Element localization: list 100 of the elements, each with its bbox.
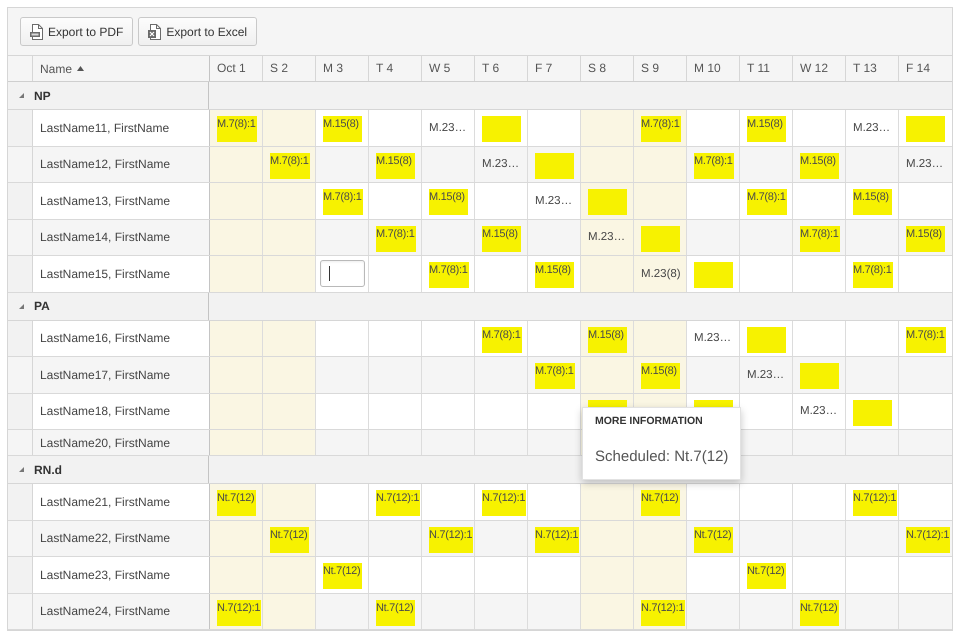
shift-entry[interactable]: N.7(12):1 (482, 490, 526, 516)
table-cell[interactable]: M.15(8) (739, 110, 792, 146)
table-cell[interactable] (209, 256, 262, 292)
table-cell[interactable] (262, 557, 315, 592)
caret-icon[interactable] (18, 467, 24, 472)
table-cell[interactable]: M.7(8):1 (686, 146, 739, 182)
table-cell[interactable] (580, 146, 633, 182)
shift-entry[interactable]: Nt.7(12) (694, 526, 733, 552)
cell-input-field[interactable] (320, 260, 365, 288)
shift-entry[interactable]: M.7(8):1 (906, 326, 946, 352)
shift-entry[interactable]: M.15(8) (429, 189, 468, 215)
table-cell[interactable] (209, 357, 262, 392)
shift-entry[interactable]: M.7(8):1 (641, 116, 681, 142)
table-cell[interactable] (262, 484, 315, 520)
table-cell[interactable]: M.7(8):1 (368, 220, 421, 255)
shift-entry[interactable]: M.7(8):1 (217, 116, 257, 142)
table-cell[interactable]: N.7(12):1 (368, 484, 421, 520)
table-cell[interactable]: N.7(12):1 (421, 520, 474, 556)
table-cell[interactable] (580, 256, 633, 292)
sort-ascending-icon[interactable] (77, 66, 84, 71)
shift-text[interactable]: M.23… (694, 332, 732, 344)
table-cell[interactable]: M.7(8):1 (262, 146, 315, 182)
table-cell[interactable] (580, 484, 633, 520)
table-cell[interactable]: M.23… (474, 146, 527, 182)
shift-entry[interactable] (482, 116, 521, 142)
table-cell[interactable]: Nt.7(12) (262, 520, 315, 556)
shift-entry[interactable]: M.7(8):1 (323, 189, 363, 215)
table-cell[interactable]: M.7(8):1 (739, 183, 792, 218)
shift-entry[interactable]: M.15(8) (641, 363, 680, 389)
table-cell[interactable]: M.15(8) (580, 320, 633, 356)
table-cell[interactable]: M.23… (580, 220, 633, 255)
table-cell[interactable]: M.7(8):1 (898, 320, 951, 356)
table-cell[interactable] (262, 183, 315, 218)
shift-entry[interactable]: M.7(8):1 (694, 152, 734, 178)
table-cell[interactable]: M.23… (845, 110, 898, 146)
table-cell[interactable] (262, 430, 315, 455)
table-cell[interactable] (633, 520, 686, 556)
table-cell[interactable] (262, 394, 315, 429)
table-cell[interactable] (633, 146, 686, 182)
table-cell[interactable]: M.15(8) (845, 183, 898, 218)
table-cell[interactable] (209, 430, 262, 455)
table-cell[interactable]: Nt.7(12) (368, 594, 421, 629)
shift-entry[interactable]: Nt.7(12) (217, 490, 256, 516)
shift-entry[interactable]: M.15(8) (588, 326, 627, 352)
table-cell[interactable]: M.15(8) (527, 256, 580, 292)
table-cell[interactable]: M.7(8):1 (527, 357, 580, 392)
shift-entry[interactable]: M.15(8) (376, 152, 415, 178)
shift-entry[interactable]: Nt.7(12) (323, 563, 362, 589)
table-cell[interactable]: Nt.7(12) (792, 594, 845, 629)
shift-entry[interactable]: M.15(8) (535, 262, 574, 288)
table-cell[interactable]: M.7(8):1 (421, 256, 474, 292)
table-cell[interactable]: M.15(8) (315, 110, 368, 146)
shift-entry[interactable]: N.7(12):1 (641, 600, 686, 626)
shift-entry[interactable]: N.7(12):1 (853, 490, 898, 516)
table-cell[interactable] (580, 520, 633, 556)
shift-entry[interactable]: M.7(8):1 (800, 226, 840, 252)
table-cell[interactable] (580, 183, 633, 218)
table-cell[interactable]: M.23… (686, 320, 739, 356)
table-cell[interactable]: N.7(12):1 (633, 594, 686, 629)
table-cell[interactable] (633, 320, 686, 356)
column-header[interactable]: Name (40, 62, 72, 76)
table-cell[interactable]: M.15(8) (633, 357, 686, 392)
shift-entry[interactable]: Nt.7(12) (800, 600, 839, 626)
table-cell[interactable] (262, 220, 315, 255)
table-cell[interactable]: M.7(8):1 (209, 110, 262, 146)
shift-entry[interactable]: M.15(8) (323, 116, 362, 142)
shift-entry[interactable]: M.7(8):1 (482, 326, 522, 352)
shift-text[interactable]: M.23(8) (641, 268, 681, 280)
table-cell[interactable]: M.7(8):1 (792, 220, 845, 255)
shift-text[interactable]: M.23… (535, 194, 572, 207)
shift-text[interactable]: M.23… (800, 405, 838, 418)
table-cell[interactable] (209, 394, 262, 429)
table-cell[interactable]: M.7(8):1 (315, 183, 368, 218)
shift-entry[interactable]: N.7(12):1 (535, 526, 580, 552)
table-cell[interactable]: Nt.7(12) (739, 557, 792, 592)
table-cell[interactable] (580, 557, 633, 592)
shift-entry[interactable]: N.7(12):1 (217, 600, 262, 626)
table-cell[interactable]: N.7(12):1 (527, 520, 580, 556)
table-cell[interactable]: M.7(8):1 (633, 110, 686, 146)
table-cell[interactable]: M.23… (898, 146, 951, 182)
table-cell[interactable]: Nt.7(12) (686, 520, 739, 556)
export-button[interactable]: Export to Excel (138, 17, 258, 46)
table-cell[interactable]: M.23… (792, 394, 845, 429)
shift-entry[interactable]: M.15(8) (747, 116, 786, 142)
table-cell[interactable]: N.7(12):1 (474, 484, 527, 520)
table-cell[interactable] (633, 557, 686, 592)
table-cell[interactable]: M.7(8):1 (474, 320, 527, 356)
shift-entry[interactable] (853, 400, 892, 426)
shift-entry[interactable]: M.15(8) (853, 189, 892, 215)
shift-text[interactable]: M.23… (482, 158, 520, 170)
table-cell[interactable] (262, 320, 315, 356)
table-cell[interactable]: M.15(8) (368, 146, 421, 182)
table-cell[interactable]: N.7(12):1 (898, 520, 951, 556)
table-cell[interactable] (209, 520, 262, 556)
table-cell[interactable]: M.15(8) (474, 220, 527, 255)
caret-icon[interactable] (18, 93, 24, 98)
shift-entry[interactable] (641, 226, 680, 252)
shift-entry[interactable]: M.7(8):1 (270, 152, 310, 178)
table-cell[interactable]: M.15(8) (898, 220, 951, 255)
shift-text[interactable]: M.23… (588, 231, 626, 244)
